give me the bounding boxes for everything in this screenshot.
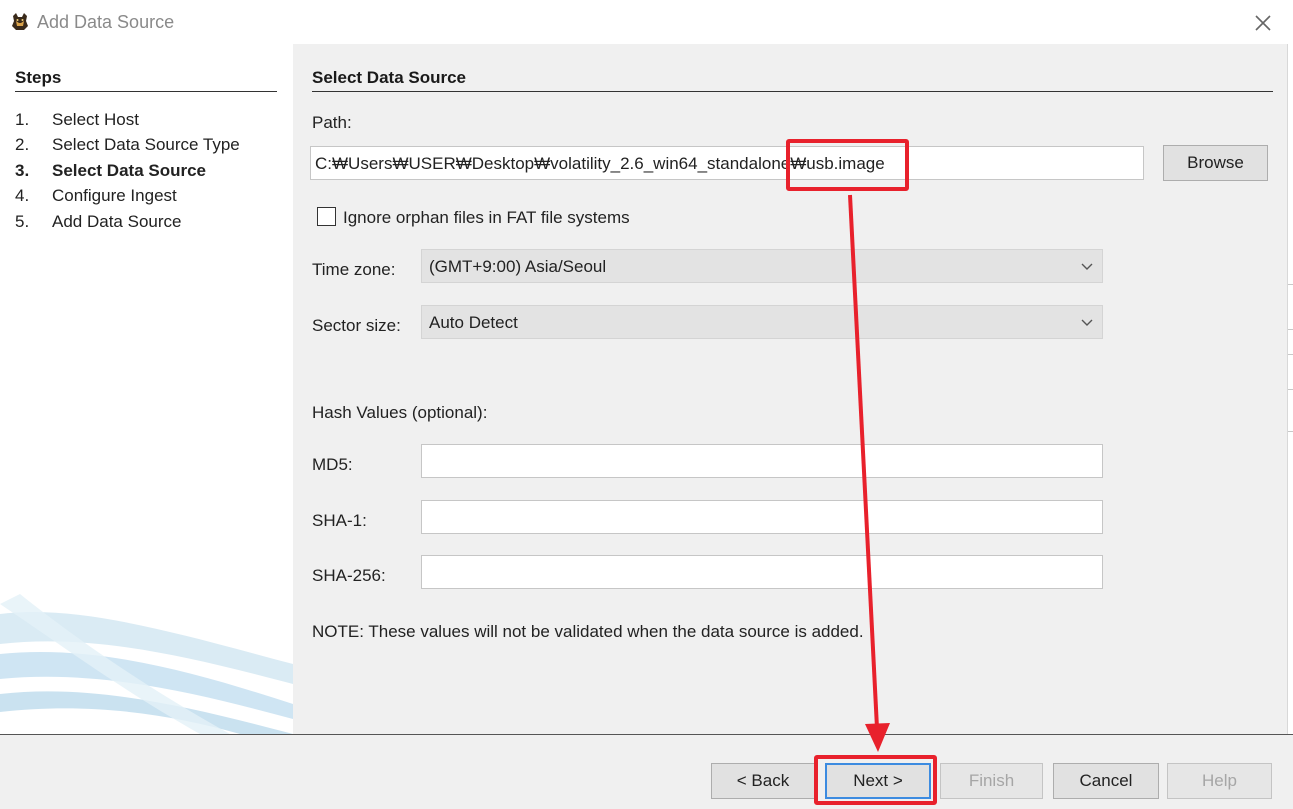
path-input[interactable]: C:₩Users₩USER₩Desktop₩volatility_2.6_win… (310, 146, 1144, 180)
chevron-down-icon (1081, 319, 1093, 326)
steps-heading: Steps (15, 68, 277, 92)
step-label: Add Data Source (52, 212, 182, 231)
window-title: Add Data Source (37, 12, 175, 32)
sha256-label: SHA-256: (312, 566, 386, 585)
md5-label: MD5: (312, 455, 353, 474)
ignore-orphan-checkbox[interactable] (317, 207, 336, 226)
step-number: 1. (15, 110, 30, 129)
ignore-orphan-label: Ignore orphan files in FAT file systems (343, 208, 630, 227)
finish-button: Finish (940, 763, 1043, 799)
step-select-data-source-type: 2. Select Data Source Type (15, 135, 240, 155)
autopsy-dog-icon (10, 12, 30, 32)
decorative-swoosh (0, 594, 293, 734)
md5-input[interactable] (421, 444, 1103, 478)
title-bar: Add Data Source (0, 0, 1293, 44)
button-bar: < Back Next > Finish Cancel Help (0, 734, 1293, 809)
highlight-next-button (814, 755, 937, 805)
edge-divider (1288, 389, 1293, 390)
edge-divider (1288, 284, 1293, 285)
sha256-input[interactable] (421, 555, 1103, 589)
step-number: 4. (15, 186, 30, 205)
chevron-down-icon (1081, 263, 1093, 270)
step-label: Configure Ingest (52, 186, 177, 205)
edge-divider (1288, 431, 1293, 432)
step-select-host: 1. Select Host (15, 110, 139, 130)
validation-note: NOTE: These values will not be validated… (312, 622, 864, 641)
add-data-source-dialog: Add Data Source Steps 1. Select Host 2. Se… (0, 0, 1293, 809)
sector-size-value: Auto Detect (429, 313, 518, 332)
edge-divider (1288, 354, 1293, 355)
step-label: Select Data Source Type (52, 135, 240, 154)
sha1-input[interactable] (421, 500, 1103, 534)
step-number: 2. (15, 135, 30, 154)
path-label: Path: (312, 113, 352, 132)
step-label: Select Data Source (52, 161, 207, 180)
step-select-data-source: 3. Select Data Source (15, 161, 206, 181)
timezone-label: Time zone: (312, 260, 396, 279)
help-button: Help (1167, 763, 1272, 799)
browse-button[interactable]: Browse (1163, 145, 1268, 181)
timezone-value: (GMT+9:00) Asia/Seoul (429, 257, 607, 276)
hash-values-heading: Hash Values (optional): (312, 403, 488, 422)
sector-size-select[interactable]: Auto Detect (421, 305, 1103, 339)
step-number: 3. (15, 161, 30, 180)
step-label: Select Host (52, 110, 139, 129)
edge-divider (1288, 329, 1293, 330)
timezone-select[interactable]: (GMT+9:00) Asia/Seoul (421, 249, 1103, 283)
sector-size-label: Sector size: (312, 316, 401, 335)
window-right-edge (1287, 44, 1293, 734)
section-heading: Select Data Source (312, 68, 1273, 92)
step-configure-ingest: 4. Configure Ingest (15, 186, 177, 206)
highlight-path-filename (786, 139, 909, 191)
cancel-button[interactable]: Cancel (1053, 763, 1159, 799)
back-button[interactable]: < Back (711, 763, 815, 799)
step-add-data-source: 5. Add Data Source (15, 212, 181, 232)
steps-panel: Steps 1. Select Host 2. Select Data Source… (0, 44, 293, 734)
close-icon[interactable] (1248, 8, 1278, 38)
step-number: 5. (15, 212, 30, 231)
sha1-label: SHA-1: (312, 511, 367, 530)
